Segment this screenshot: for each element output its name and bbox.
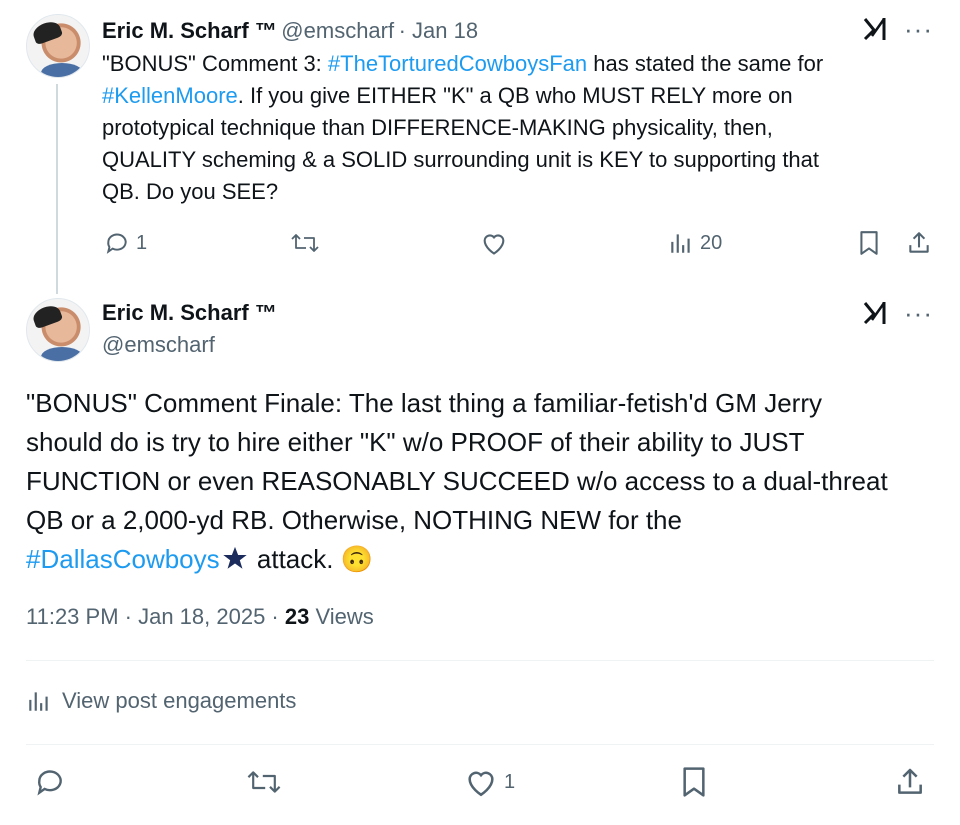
hashtag-link[interactable]: #KellenMoore <box>102 83 238 108</box>
share-icon <box>898 768 922 794</box>
bookmark-icon <box>860 231 878 255</box>
divider <box>26 660 934 661</box>
reply-button[interactable]: 1 <box>104 230 147 256</box>
divider <box>26 744 934 745</box>
avatar[interactable] <box>26 298 90 362</box>
reply-header: Eric M. Scharf ™ @emscharf · Jan 18 <box>102 18 478 44</box>
author-name[interactable]: Eric M. Scharf ™ <box>102 18 277 43</box>
like-icon <box>468 771 494 797</box>
retweet-button[interactable] <box>290 230 320 256</box>
more-icon[interactable]: ··· <box>904 14 933 45</box>
share-button[interactable] <box>894 766 926 798</box>
reply-count: 1 <box>136 231 148 254</box>
thread-connector <box>56 84 58 294</box>
author-handle[interactable]: @emscharf <box>281 18 394 43</box>
avatar[interactable] <box>26 14 90 78</box>
upside-down-face-emoji: 🙃 <box>340 544 374 574</box>
views-count: 23 <box>284 604 310 629</box>
bookmark-button[interactable] <box>680 766 708 798</box>
post-timestamp[interactable]: 11:23 PM · Jan 18, 2025 · <box>26 604 285 629</box>
bookmark-icon <box>683 767 705 797</box>
share-button[interactable] <box>906 230 932 256</box>
bookmark-button[interactable] <box>858 230 880 256</box>
reply-icon <box>37 770 62 796</box>
grok-icon[interactable] <box>862 16 888 49</box>
post-time[interactable]: · Jan 18 <box>399 18 479 43</box>
like-button[interactable] <box>480 230 508 256</box>
cowboys-star-icon <box>220 544 249 571</box>
like-count: 1 <box>504 770 516 793</box>
reply-button[interactable] <box>34 766 66 798</box>
author-name[interactable]: Eric M. Scharf ™ <box>102 300 277 326</box>
reply-icon <box>106 233 127 254</box>
retweet-icon <box>291 234 319 252</box>
like-button[interactable]: 1 <box>464 766 515 798</box>
grok-icon[interactable] <box>862 300 888 333</box>
hashtag-link[interactable]: #TheTorturedCowboysFan <box>328 51 587 76</box>
views-icon <box>29 692 48 711</box>
hashtag-link[interactable]: #DallasCowboys <box>26 544 220 574</box>
author-handle[interactable]: @emscharf <box>102 332 215 358</box>
share-icon <box>909 232 929 253</box>
views-icon <box>671 234 690 253</box>
post-meta: 11:23 PM · Jan 18, 2025 · 23 Views <box>26 604 374 630</box>
reply-text: "BONUS" Comment 3: #TheTorturedCowboysFa… <box>102 51 824 204</box>
view-engagements-link[interactable]: View post engagements <box>26 688 296 714</box>
engagements-label: View post engagements <box>62 688 297 713</box>
retweet-icon <box>247 771 281 793</box>
more-icon[interactable]: ··· <box>904 298 933 329</box>
retweet-button[interactable] <box>246 766 282 798</box>
views-button[interactable]: 20 <box>668 230 722 256</box>
views-count: 20 <box>700 231 723 254</box>
views-label: Views <box>309 604 374 629</box>
post-text: "BONUS" Comment Finale: The last thing a… <box>26 388 888 574</box>
like-icon <box>483 234 505 255</box>
